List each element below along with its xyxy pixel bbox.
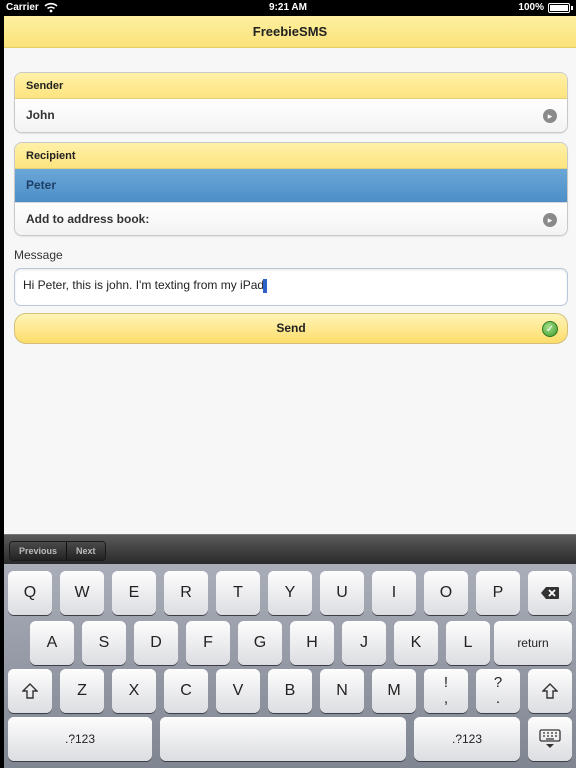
sender-header: Sender bbox=[15, 73, 567, 99]
backspace-key[interactable] bbox=[528, 571, 572, 615]
shift-icon bbox=[21, 683, 39, 699]
chevron-right-icon: ▸ bbox=[543, 109, 557, 123]
key-u[interactable]: U bbox=[320, 571, 364, 615]
recipient-value: Peter bbox=[26, 178, 57, 192]
exclamation-glyph: ! bbox=[443, 674, 449, 691]
status-bar: Carrier 9:21 AM 100% bbox=[0, 0, 576, 16]
key-x[interactable]: X bbox=[112, 669, 156, 713]
send-button[interactable]: Send ✓ bbox=[14, 313, 568, 344]
key-l[interactable]: L bbox=[446, 621, 490, 665]
shift-icon bbox=[541, 683, 559, 699]
check-icon: ✓ bbox=[542, 321, 558, 337]
add-to-address-book-label: Add to address book: bbox=[26, 212, 150, 226]
clock: 9:21 AM bbox=[269, 2, 307, 13]
numbers-key-right[interactable]: .?123 bbox=[414, 717, 520, 761]
comma-glyph: , bbox=[443, 690, 449, 707]
recipient-header: Recipient bbox=[15, 143, 567, 169]
sender-group: Sender John ▸ bbox=[14, 72, 568, 133]
backspace-icon bbox=[541, 587, 559, 599]
key-k[interactable]: K bbox=[394, 621, 438, 665]
dismiss-keyboard-key[interactable] bbox=[528, 717, 572, 761]
message-label: Message bbox=[14, 248, 63, 262]
keyboard-dismiss-icon bbox=[539, 729, 561, 748]
key-h[interactable]: H bbox=[290, 621, 334, 665]
key-n[interactable]: N bbox=[320, 669, 364, 713]
prev-next-segment: Previous Next bbox=[9, 541, 106, 561]
key-c[interactable]: C bbox=[164, 669, 208, 713]
space-bar[interactable] bbox=[160, 717, 406, 761]
message-input[interactable]: Hi Peter, this is john. I'm texting from… bbox=[14, 268, 568, 306]
key-i[interactable]: I bbox=[372, 571, 416, 615]
return-key[interactable]: return bbox=[494, 621, 572, 665]
sender-row[interactable]: John ▸ bbox=[15, 99, 567, 132]
key-g[interactable]: G bbox=[238, 621, 282, 665]
key-a[interactable]: A bbox=[30, 621, 74, 665]
key-e[interactable]: E bbox=[112, 571, 156, 615]
text-caret bbox=[263, 278, 268, 293]
left-shift-key[interactable] bbox=[8, 669, 52, 713]
key-s[interactable]: S bbox=[82, 621, 126, 665]
key-v[interactable]: V bbox=[216, 669, 260, 713]
recipient-row-peter[interactable]: Peter bbox=[15, 169, 567, 202]
key-question-period[interactable]: ? . bbox=[476, 669, 520, 713]
key-w[interactable]: W bbox=[60, 571, 104, 615]
numbers-key-left[interactable]: .?123 bbox=[8, 717, 152, 761]
period-glyph: . bbox=[495, 690, 501, 707]
previous-button[interactable]: Previous bbox=[10, 542, 67, 560]
key-d[interactable]: D bbox=[134, 621, 178, 665]
key-j[interactable]: J bbox=[342, 621, 386, 665]
key-p[interactable]: P bbox=[476, 571, 520, 615]
recipient-group: Recipient Peter Add to address book: ▸ bbox=[14, 142, 568, 236]
battery-percent: 100% bbox=[518, 2, 544, 13]
keyboard-accessory-bar: Previous Next bbox=[4, 534, 576, 564]
key-t[interactable]: T bbox=[216, 571, 260, 615]
sender-value: John bbox=[26, 108, 55, 122]
battery-icon bbox=[548, 3, 573, 13]
message-text: Hi Peter, this is john. I'm texting from… bbox=[23, 278, 265, 292]
key-b[interactable]: B bbox=[268, 669, 312, 713]
chevron-right-icon: ▸ bbox=[543, 213, 557, 227]
key-r[interactable]: R bbox=[164, 571, 208, 615]
key-y[interactable]: Y bbox=[268, 571, 312, 615]
send-label: Send bbox=[276, 321, 306, 335]
key-o[interactable]: O bbox=[424, 571, 468, 615]
right-shift-key[interactable] bbox=[528, 669, 572, 713]
question-glyph: ? bbox=[493, 674, 503, 691]
nav-title: FreebieSMS bbox=[4, 16, 576, 48]
add-to-address-book-row[interactable]: Add to address book: ▸ bbox=[15, 202, 567, 235]
next-button[interactable]: Next bbox=[66, 542, 105, 560]
key-m[interactable]: M bbox=[372, 669, 416, 713]
key-exclamation-comma[interactable]: ! , bbox=[424, 669, 468, 713]
key-f[interactable]: F bbox=[186, 621, 230, 665]
keyboard: Q W E R T Y U I O P A S D F G H J K L re… bbox=[4, 564, 576, 768]
key-z[interactable]: Z bbox=[60, 669, 104, 713]
key-q[interactable]: Q bbox=[8, 571, 52, 615]
app-screen: FreebieSMS Sender John ▸ Recipient Peter… bbox=[4, 16, 576, 534]
